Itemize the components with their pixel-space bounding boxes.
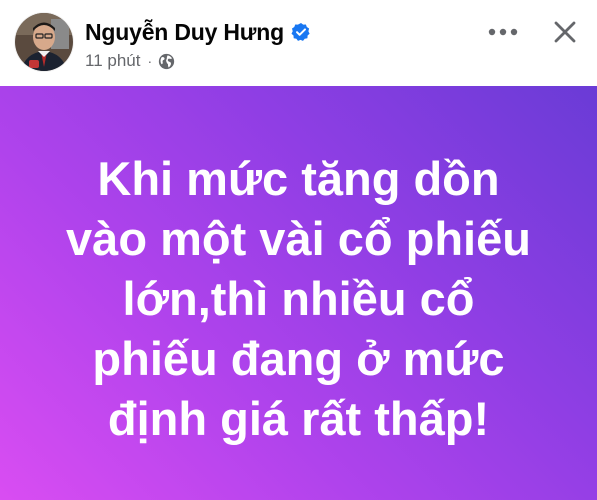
close-button[interactable]: [549, 16, 581, 48]
post-text: Khi mức tăng dồn vào một vài cổ phiếu lớ…: [66, 152, 531, 445]
post-header: Nguyễn Duy Hưng 11 phút ·: [0, 0, 597, 86]
author-avatar[interactable]: [15, 13, 73, 71]
close-icon: [554, 21, 576, 43]
avatar-photo: [15, 13, 73, 71]
post-timestamp[interactable]: 11 phút: [85, 51, 140, 71]
author-name-row: Nguyễn Duy Hưng: [85, 17, 311, 47]
more-dots-icon: [488, 28, 518, 36]
author-name[interactable]: Nguyễn Duy Hưng: [85, 19, 284, 46]
post-background: Khi mức tăng dồn vào một vài cổ phiếu lớ…: [0, 86, 597, 500]
meta-separator: ·: [147, 53, 153, 69]
post-meta: 11 phút ·: [85, 50, 175, 72]
verified-badge-icon: [291, 22, 311, 42]
facebook-post: Nguyễn Duy Hưng 11 phút · Khi mức tăng d…: [0, 0, 597, 500]
globe-icon[interactable]: [158, 53, 175, 70]
more-options-button[interactable]: [486, 20, 520, 44]
